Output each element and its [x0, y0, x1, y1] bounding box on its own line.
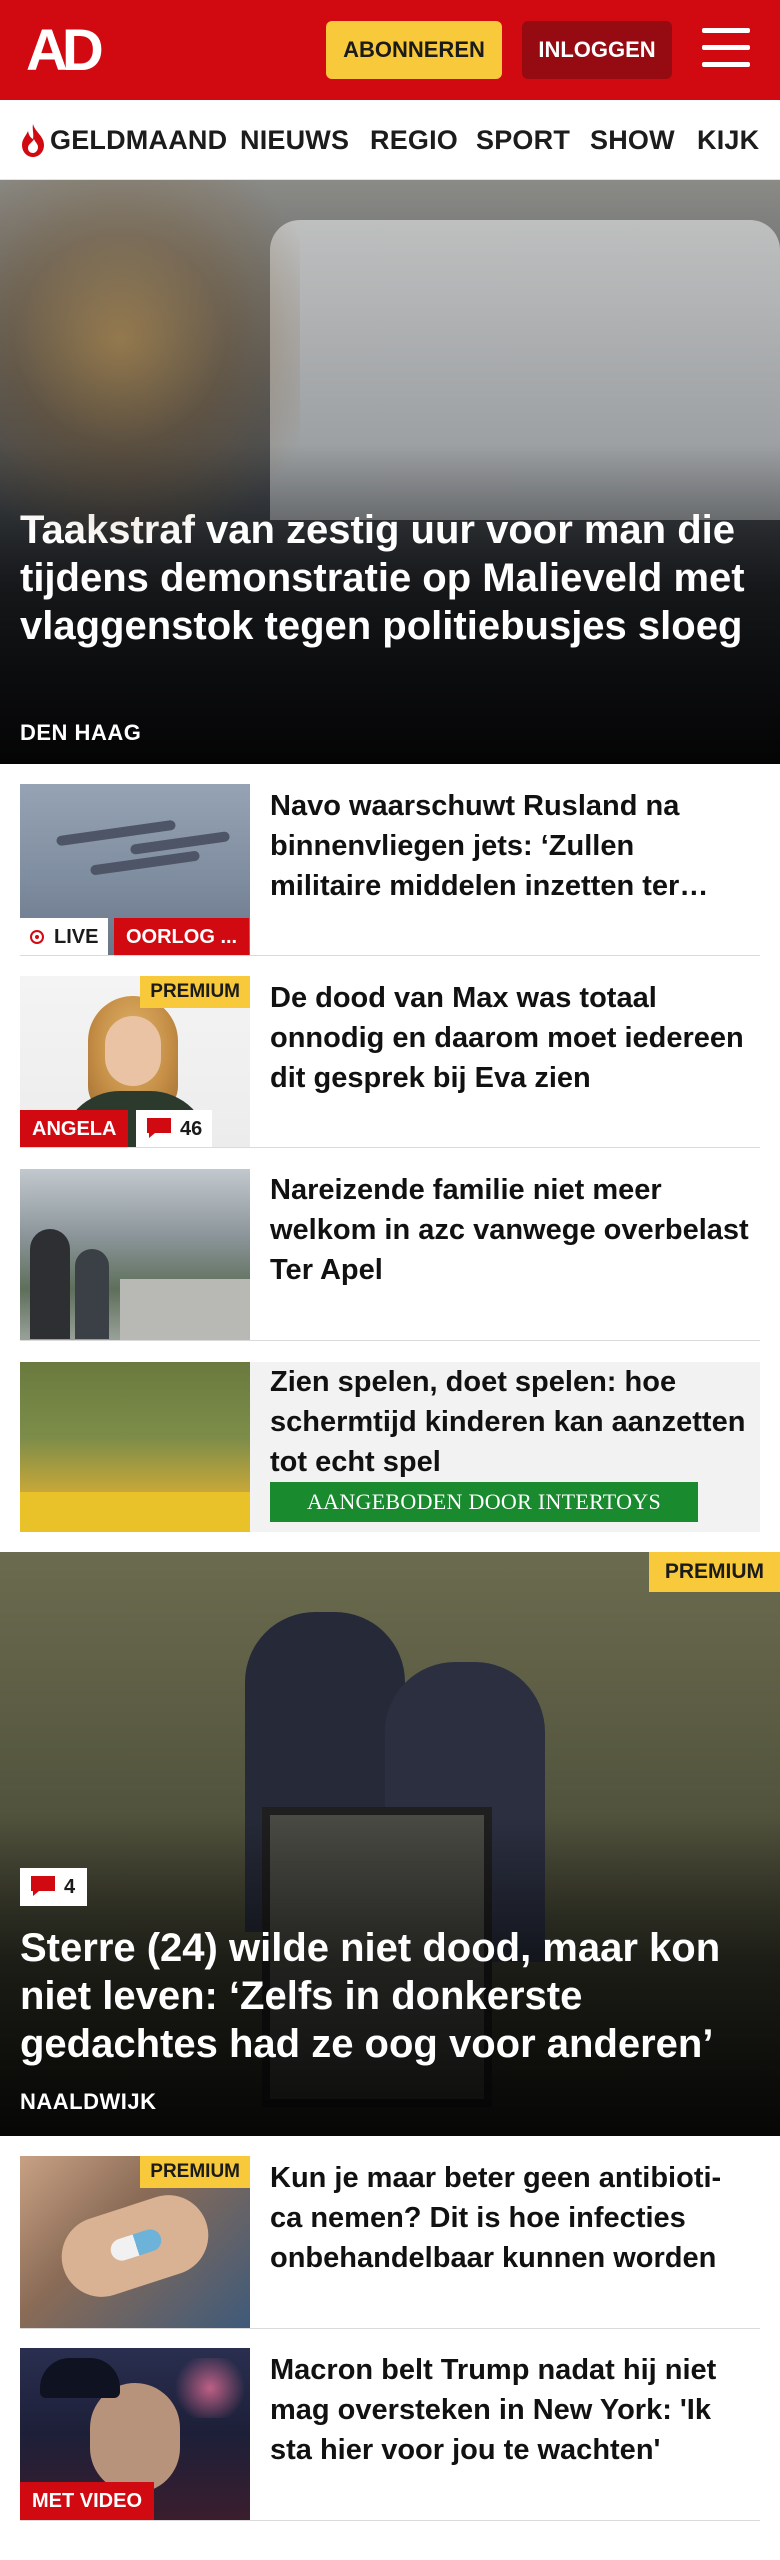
svg-text:AD: AD: [26, 22, 102, 78]
divider: [20, 1340, 760, 1341]
nav-item-sport[interactable]: SPORT: [476, 100, 570, 179]
article-thumbnail: [20, 1362, 250, 1532]
article-thumbnail: PREMIUM ANGELA 46: [20, 976, 250, 1148]
live-dot-icon: [30, 930, 44, 944]
premium-badge: PREMIUM: [648, 1552, 780, 1592]
feature-location: NAALDWIJK: [20, 2089, 157, 2114]
divider: [20, 2520, 760, 2521]
comment-count-value: 4: [64, 1876, 76, 1898]
login-button[interactable]: INLOGGEN: [522, 21, 672, 79]
divider: [20, 2328, 760, 2329]
topic-tag[interactable]: ANGELA: [20, 1110, 129, 1148]
nav-item-show[interactable]: SHOW: [590, 100, 675, 179]
article-thumbnail: PREMIUM: [20, 2156, 250, 2328]
video-tag[interactable]: MET VIDEO: [20, 2482, 155, 2520]
comment-count-value: 46: [180, 1118, 203, 1140]
section-nav: GELDMAAND NIEUWS REGIO SPORT SHOW KIJK: [0, 100, 780, 180]
article-thumbnail: [20, 1169, 250, 1341]
article-title[interactable]: Zien spelen, doet spelen: hoe schermtijd…: [270, 1362, 750, 1482]
article-thumbnail: LIVE OORLOG ...: [20, 784, 250, 956]
hero-article[interactable]: Taakstraf van zestig uur voor man die ti…: [0, 180, 780, 764]
comment-count[interactable]: 46: [136, 1110, 213, 1148]
live-badge: LIVE: [20, 918, 109, 956]
article-thumbnail: MET VIDEO: [20, 2348, 250, 2520]
live-label: LIVE: [54, 926, 99, 948]
site-header: AD ABONNEREN INLOGGEN: [0, 0, 780, 100]
feature-article[interactable]: PREMIUM 4 Sterre (24) wilde niet dood, m…: [0, 1552, 780, 2136]
comment-count[interactable]: 4: [20, 1868, 88, 1906]
sponsored-label: AANGEBODEN DOOR INTERTOYS: [270, 1482, 698, 1522]
article-title[interactable]: Kun je maar beter geen antibioti-ca neme…: [270, 2158, 750, 2278]
article-title[interactable]: De dood van Max was totaal onnodig en da…: [270, 978, 750, 1098]
flame-icon: [22, 124, 44, 157]
nav-item-geldmaand[interactable]: GELDMAAND: [50, 100, 227, 179]
divider: [20, 955, 760, 956]
topic-tag[interactable]: OORLOG ...: [114, 918, 250, 956]
premium-badge: PREMIUM: [140, 976, 250, 1008]
nav-item-kijk[interactable]: KIJK: [697, 100, 759, 179]
nav-item-nieuws[interactable]: NIEUWS: [240, 100, 349, 179]
divider: [20, 1147, 760, 1148]
article-title[interactable]: Nareizende familie niet meer welkom in a…: [270, 1170, 750, 1290]
subscribe-button[interactable]: ABONNEREN: [326, 21, 502, 79]
feature-title[interactable]: Sterre (24) wilde niet dood, maar kon ni…: [20, 1924, 760, 2068]
nav-item-regio[interactable]: REGIO: [370, 100, 458, 179]
hero-location: DEN HAAG: [20, 720, 142, 745]
premium-badge: PREMIUM: [140, 2156, 250, 2188]
comment-icon: [147, 1118, 171, 1138]
hero-title[interactable]: Taakstraf van zestig uur voor man die ti…: [20, 506, 760, 650]
ad-logo[interactable]: AD: [26, 22, 118, 78]
article-title[interactable]: Macron belt Trump nadat hij niet mag ove…: [270, 2350, 750, 2470]
comment-icon: [31, 1876, 55, 1896]
article-title[interactable]: Navo waarschuwt Rusland na binnenvliegen…: [270, 786, 750, 906]
hamburger-menu-icon[interactable]: [702, 28, 750, 70]
